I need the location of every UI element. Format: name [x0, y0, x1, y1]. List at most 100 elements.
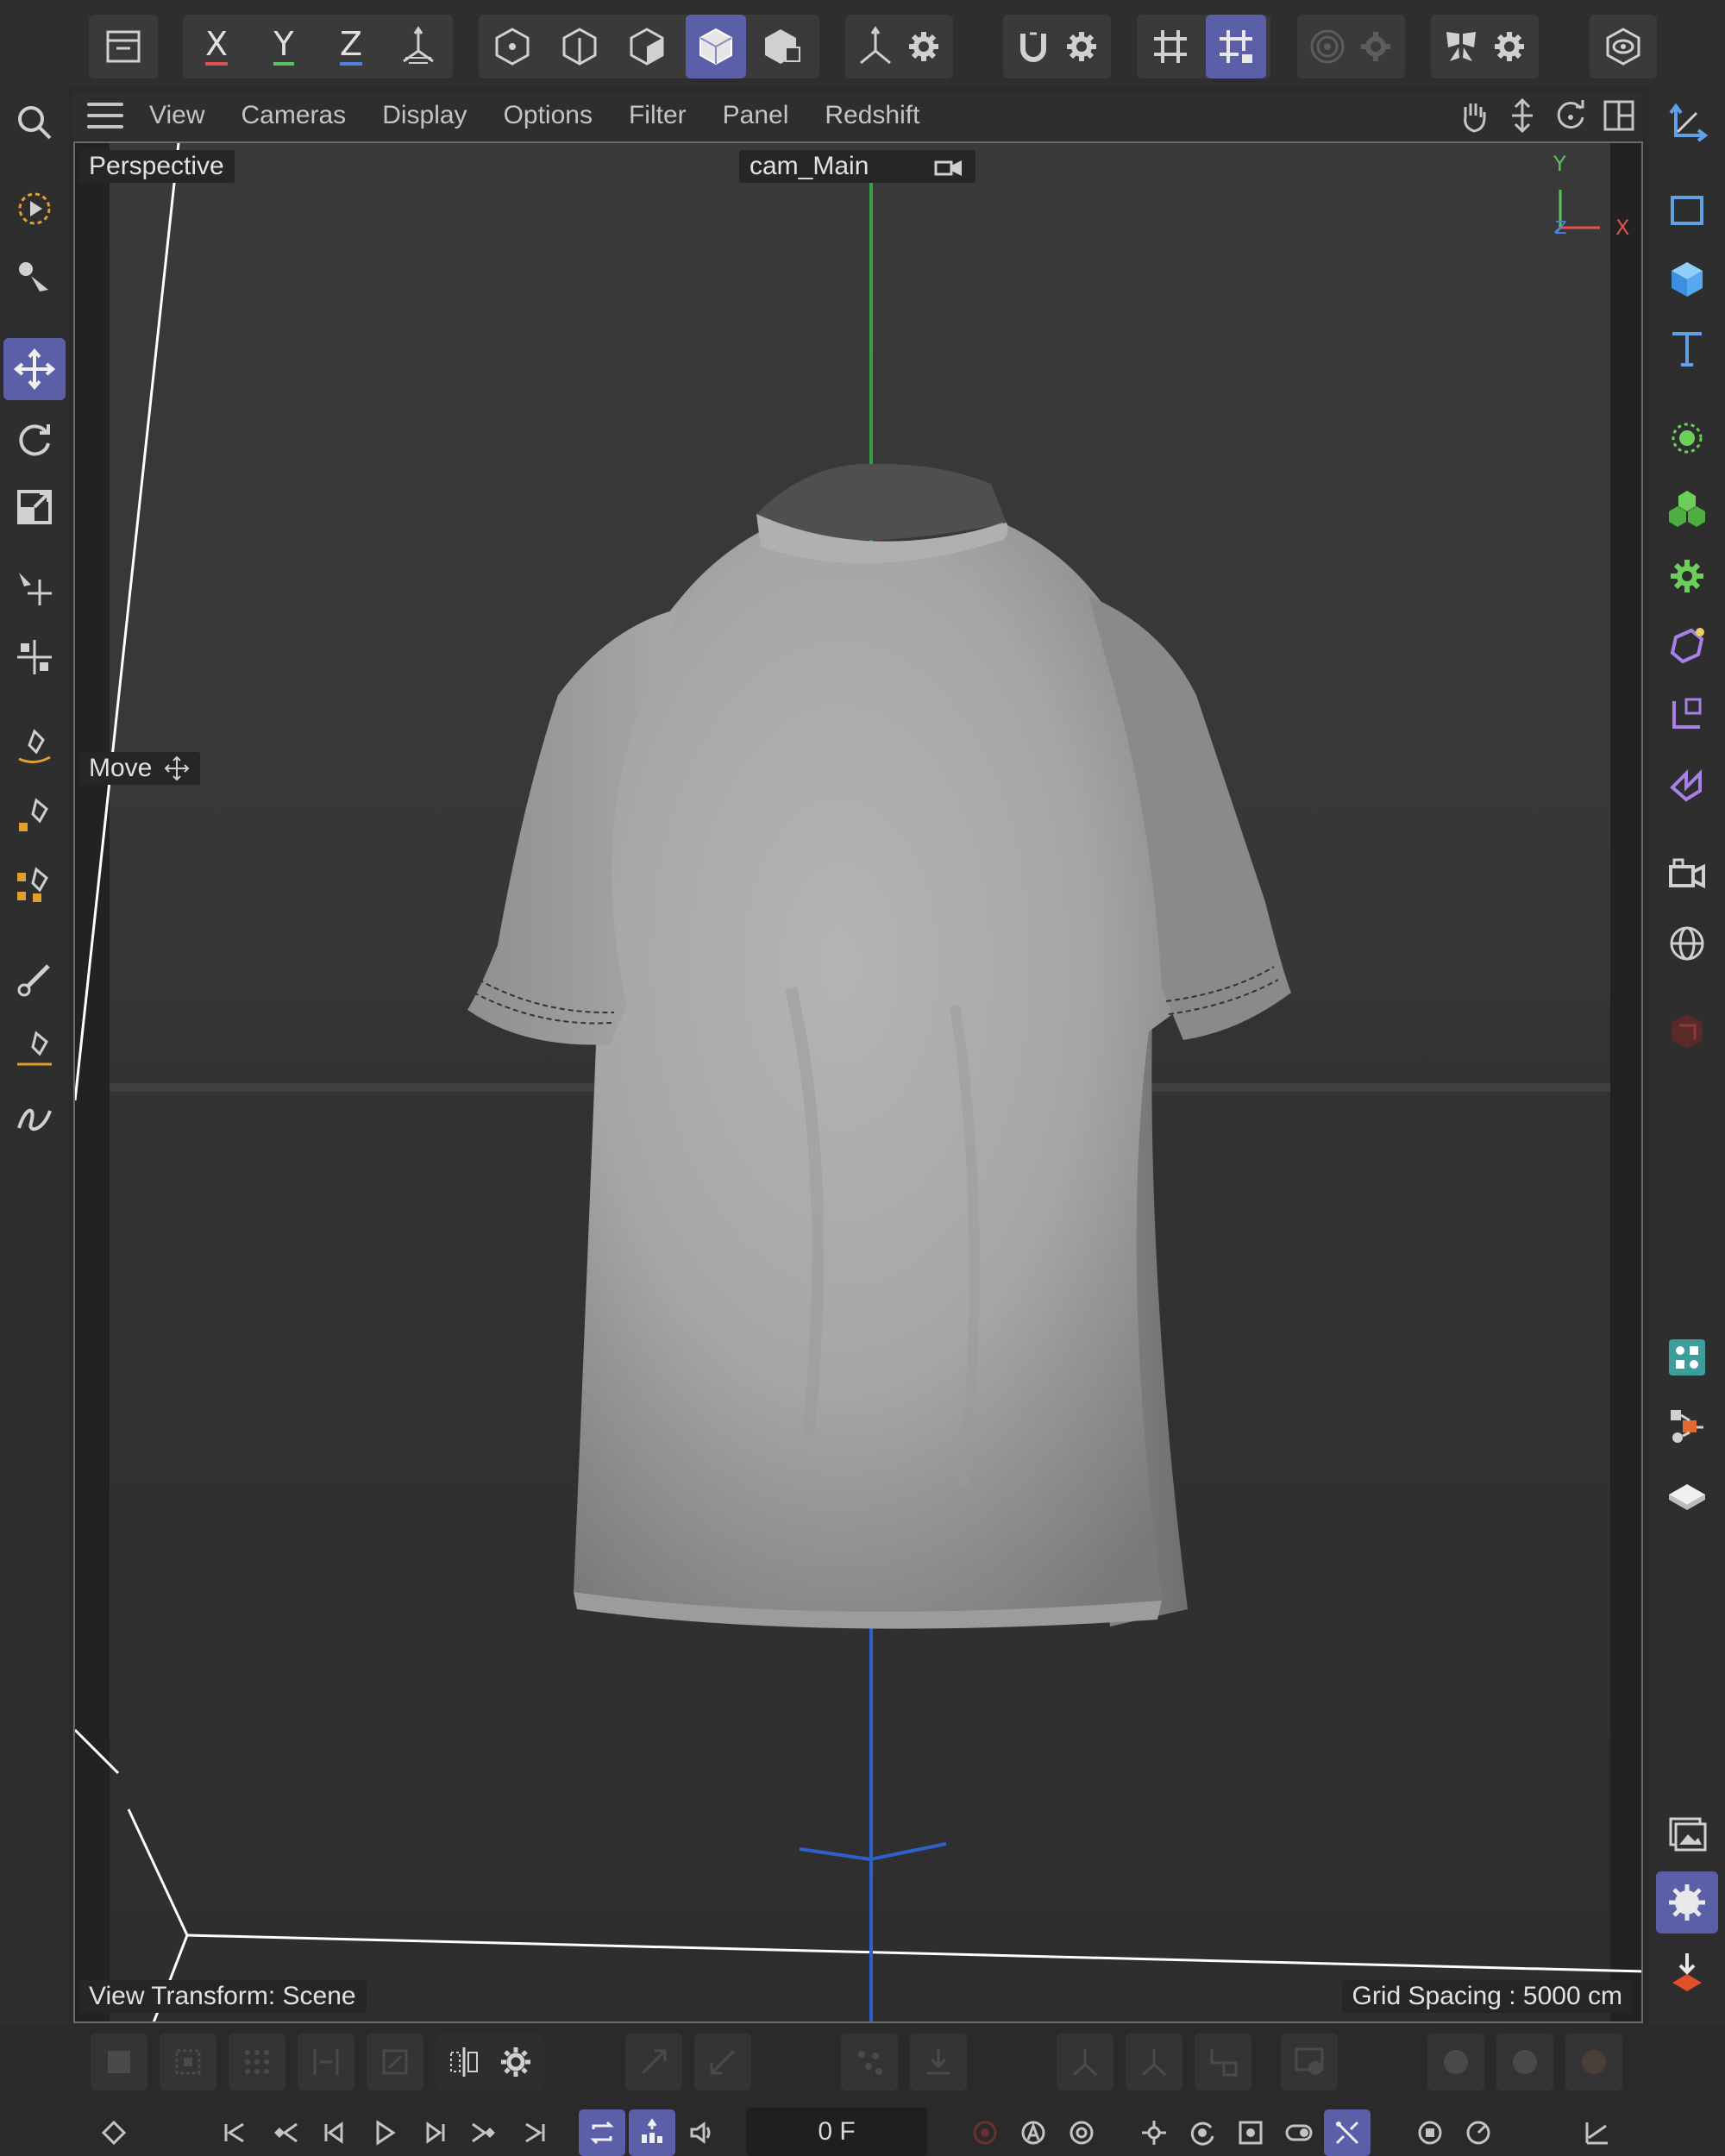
coordinate-system-button[interactable]	[388, 15, 448, 78]
axis-settings-button[interactable]	[894, 15, 954, 78]
go-to-start-button[interactable]	[211, 2109, 258, 2156]
subdivision-button[interactable]	[1656, 407, 1718, 469]
material-button-2[interactable]	[1496, 2034, 1553, 2090]
view-name-label[interactable]: Perspective	[78, 150, 235, 183]
record-active-objects-button[interactable]	[962, 2109, 1008, 2156]
points-mode-button[interactable]	[482, 15, 543, 78]
menu-panel[interactable]: Panel	[723, 101, 789, 130]
pose-morph-button[interactable]	[1281, 2034, 1338, 2090]
move-tool-button[interactable]	[3, 338, 66, 400]
render-settings-button[interactable]	[1656, 1871, 1718, 1934]
next-frame-button[interactable]	[411, 2109, 458, 2156]
material-button-1[interactable]	[1427, 2034, 1484, 2090]
keyframe-selection-toggle[interactable]	[1058, 2109, 1105, 2156]
render-to-picture-viewer-button[interactable]	[1656, 1940, 1718, 2002]
record-keyframe-button[interactable]	[91, 2034, 147, 2090]
edges-mode-button[interactable]	[549, 15, 610, 78]
spline-sketch-button[interactable]	[3, 785, 66, 847]
pan-hand-icon[interactable]	[1455, 97, 1493, 135]
rotate-tool-button[interactable]	[3, 407, 66, 469]
dolly-arrows-icon[interactable]	[1503, 97, 1541, 135]
spline-arc-button[interactable]	[3, 1018, 66, 1080]
brush-tool-button[interactable]	[3, 949, 66, 1011]
ik-button[interactable]	[1126, 2034, 1182, 2090]
keyframe-selection-button[interactable]	[160, 2034, 216, 2090]
go-to-end-button[interactable]	[511, 2109, 558, 2156]
keyframe-diamond-button[interactable]	[91, 2109, 137, 2156]
menu-view[interactable]: View	[149, 101, 204, 130]
menu-options[interactable]: Options	[504, 101, 593, 130]
render-view-button[interactable]	[1593, 15, 1653, 78]
redshift-object-button[interactable]	[1656, 1000, 1718, 1062]
collapse-button[interactable]	[694, 2034, 751, 2090]
joint-button[interactable]	[1057, 2034, 1113, 2090]
cloner-button[interactable]	[1656, 476, 1718, 538]
spline-smooth-button[interactable]	[3, 854, 66, 916]
spline-draw-button[interactable]	[3, 1087, 66, 1149]
previous-key-button[interactable]	[261, 2109, 308, 2156]
spline-pen-button[interactable]	[3, 716, 66, 778]
field-button[interactable]	[1656, 683, 1718, 745]
bottom-settings-button[interactable]	[487, 2034, 544, 2090]
param-key-button[interactable]	[298, 2034, 354, 2090]
timeline-settings-button[interactable]	[1455, 2109, 1502, 2156]
transfer-tool-button[interactable]	[3, 557, 66, 619]
3d-viewport[interactable]: Perspective cam_Main Move View Transform…	[73, 141, 1643, 2023]
pla-key-button[interactable]	[367, 2034, 423, 2090]
maximize-viewport-icon[interactable]	[1600, 97, 1638, 135]
next-key-button[interactable]	[461, 2109, 508, 2156]
points-key-button[interactable]	[229, 2034, 285, 2090]
scatter-button[interactable]	[841, 2034, 898, 2090]
effector-button[interactable]	[1656, 545, 1718, 607]
rotation-key-button[interactable]	[1179, 2109, 1226, 2156]
xpresso-button[interactable]	[1656, 1395, 1718, 1457]
menu-redshift[interactable]: Redshift	[825, 101, 919, 130]
curve-editor-button[interactable]	[1574, 2109, 1621, 2156]
camera-button[interactable]	[1656, 843, 1718, 906]
environment-button[interactable]	[1656, 912, 1718, 975]
motion-system-button[interactable]	[1407, 2109, 1453, 2156]
grid-button[interactable]	[1140, 15, 1201, 78]
weight-button[interactable]	[1195, 2034, 1251, 2090]
material-button-3[interactable]	[1565, 2034, 1622, 2090]
lock-z-button[interactable]: Z	[321, 15, 381, 78]
coordinate-manager-button[interactable]	[1656, 91, 1718, 154]
loop-button[interactable]	[579, 2109, 625, 2156]
scale-tool-button[interactable]	[3, 476, 66, 538]
autokey-button[interactable]	[1010, 2109, 1057, 2156]
floor-button[interactable]	[1656, 1464, 1718, 1526]
text-button[interactable]	[1656, 317, 1718, 379]
search-button[interactable]	[3, 91, 66, 154]
hamburger-menu-icon[interactable]	[87, 103, 123, 128]
placement-tool-button[interactable]	[3, 626, 66, 688]
orbit-icon[interactable]	[1552, 97, 1590, 135]
scale-key-button[interactable]	[1227, 2109, 1274, 2156]
camera-selector[interactable]: cam_Main	[739, 150, 975, 183]
rectangle-spline-button[interactable]	[1656, 179, 1718, 241]
picture-viewer-button[interactable]	[1656, 1802, 1718, 1865]
menu-cameras[interactable]: Cameras	[241, 101, 346, 130]
import-button[interactable]	[910, 2034, 967, 2090]
sound-button[interactable]	[679, 2109, 725, 2156]
soft-selection-settings-button[interactable]	[1346, 15, 1406, 78]
symmetry-settings-button[interactable]	[1479, 15, 1540, 78]
snap-settings-button[interactable]	[1051, 15, 1112, 78]
polygons-mode-button[interactable]	[617, 15, 677, 78]
layout-button[interactable]	[1656, 1326, 1718, 1388]
pla-key-toggle[interactable]	[1324, 2109, 1371, 2156]
playback-mode-button[interactable]	[629, 2109, 675, 2156]
selection-tool-button[interactable]	[3, 178, 66, 240]
menu-display[interactable]: Display	[382, 101, 467, 130]
history-button[interactable]	[93, 15, 154, 78]
previous-frame-button[interactable]	[311, 2109, 358, 2156]
spline-generator-button[interactable]	[1656, 752, 1718, 814]
menu-filter[interactable]: Filter	[629, 101, 687, 130]
symmetry-line-button[interactable]	[436, 2034, 492, 2090]
lock-y-button[interactable]: Y	[254, 15, 314, 78]
position-key-button[interactable]	[1131, 2109, 1177, 2156]
locked-workplane-button[interactable]	[1206, 15, 1266, 78]
uv-mode-button[interactable]	[753, 15, 813, 78]
cube-button[interactable]	[1656, 248, 1718, 310]
model-mode-button[interactable]	[686, 15, 746, 78]
expand-button[interactable]	[625, 2034, 682, 2090]
